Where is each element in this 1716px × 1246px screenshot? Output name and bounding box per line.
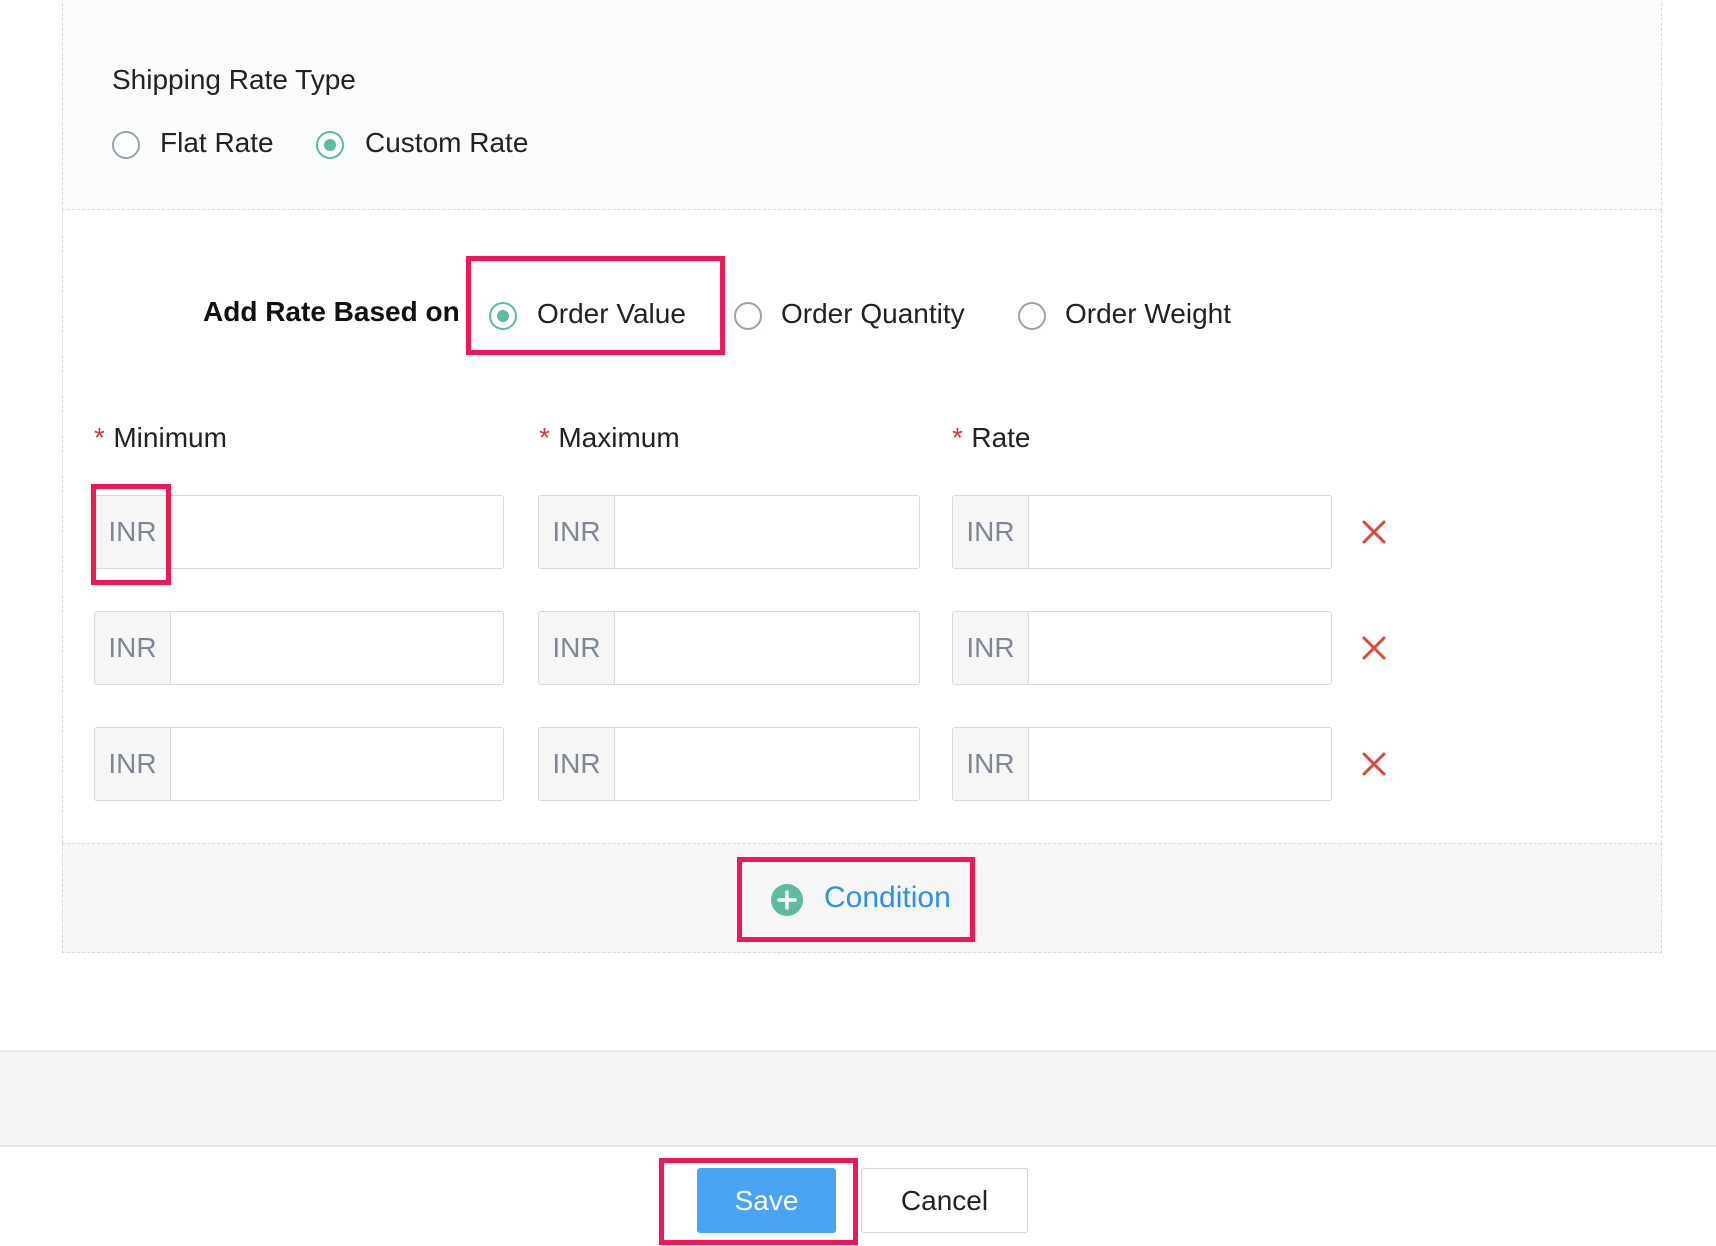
maximum-input[interactable] xyxy=(614,727,920,801)
shipping-rate-type-title: Shipping Rate Type xyxy=(112,64,356,95)
currency-prefix: INR xyxy=(94,495,170,569)
radio-button-checked[interactable] xyxy=(316,131,344,159)
currency-prefix: INR xyxy=(952,611,1028,685)
currency-prefix: INR xyxy=(94,611,170,685)
currency-prefix: INR xyxy=(94,727,170,801)
maximum-input[interactable] xyxy=(614,611,920,685)
column-label: Maximum xyxy=(558,422,680,453)
add-condition-button[interactable]: Condition xyxy=(770,878,960,922)
currency-prefix: INR xyxy=(952,727,1028,801)
cancel-button[interactable]: Cancel xyxy=(861,1168,1028,1233)
currency-prefix: INR xyxy=(538,611,614,685)
footer-band xyxy=(0,1050,1716,1147)
required-mark: * xyxy=(952,422,963,453)
column-header-rate: * Rate xyxy=(952,422,1031,454)
radio-label: Order Value xyxy=(537,298,686,329)
radio-label: Order Quantity xyxy=(781,298,965,329)
column-header-minimum: * Minimum xyxy=(94,422,227,454)
radio-order-weight[interactable]: Order Weight xyxy=(1018,298,1278,336)
rate-input[interactable] xyxy=(1028,611,1332,685)
radio-button[interactable] xyxy=(112,131,140,159)
column-header-maximum: * Maximum xyxy=(539,422,680,454)
currency-prefix: INR xyxy=(538,495,614,569)
radio-label: Order Weight xyxy=(1065,298,1231,329)
save-button[interactable]: Save xyxy=(697,1168,836,1233)
radio-button-checked[interactable] xyxy=(489,302,517,330)
rate-input[interactable] xyxy=(1028,727,1332,801)
shipping-rate-type-section xyxy=(62,0,1662,210)
minimum-input[interactable] xyxy=(170,727,504,801)
minimum-input[interactable] xyxy=(170,611,504,685)
remove-row-icon[interactable] xyxy=(1360,750,1388,778)
radio-button[interactable] xyxy=(1018,302,1046,330)
currency-prefix: INR xyxy=(538,727,614,801)
required-mark: * xyxy=(539,422,550,453)
rate-input[interactable] xyxy=(1028,495,1332,569)
radio-label: Custom Rate xyxy=(365,127,529,158)
radio-order-value[interactable]: Order Value xyxy=(489,298,709,336)
column-label: Rate xyxy=(971,422,1031,453)
column-label: Minimum xyxy=(113,422,227,453)
maximum-input[interactable] xyxy=(614,495,920,569)
remove-row-icon[interactable] xyxy=(1360,518,1388,546)
rate-basis-label: Add Rate Based on xyxy=(203,296,460,327)
plus-circle-icon xyxy=(771,884,803,916)
add-condition-label: Condition xyxy=(824,881,951,914)
required-mark: * xyxy=(94,422,105,453)
radio-order-quantity[interactable]: Order Quantity xyxy=(734,298,994,336)
radio-custom-rate[interactable]: Custom Rate xyxy=(316,127,616,165)
radio-label: Flat Rate xyxy=(160,127,274,158)
remove-row-icon[interactable] xyxy=(1360,634,1388,662)
radio-button[interactable] xyxy=(734,302,762,330)
currency-prefix: INR xyxy=(952,495,1028,569)
minimum-input[interactable] xyxy=(170,495,504,569)
